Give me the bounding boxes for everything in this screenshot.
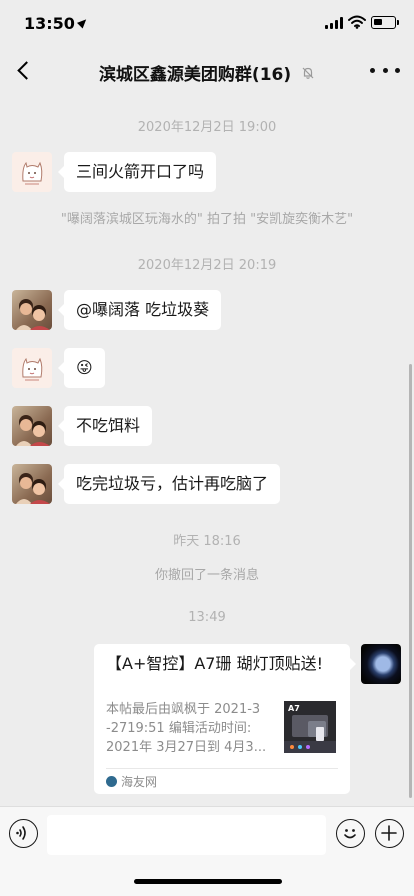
emoji-icon (344, 829, 356, 839)
voice-button[interactable] (9, 819, 38, 848)
recall-notice: 你撤回了一条消息 (154, 568, 259, 583)
timestamp: 13:49 (188, 610, 226, 625)
timestamp: 昨天 18:16 (173, 534, 241, 549)
message-input[interactable] (47, 815, 326, 855)
link-card-desc-line: 本帖最后由飒枫于 2021-3 (106, 702, 261, 717)
home-indicator[interactable] (134, 879, 282, 884)
timestamp: 2020年12月2日 19:00 (137, 120, 277, 135)
chat-title: 滨城区鑫源美团购群(16) (80, 60, 334, 85)
link-card[interactable]: 【A+智控】A7珊 瑚灯顶贴送! 本帖最后由飒枫于 2021-3 -2719:5… (94, 644, 356, 794)
kids-avatar-icon (16, 299, 50, 330)
emoji-sticker: 😜 (76, 358, 93, 377)
signal-icon (325, 17, 343, 29)
link-card-description: 本帖最后由飒枫于 2021-3 -2719:51 编辑活动时间: 2021年 3… (106, 700, 276, 757)
voice-icon (16, 826, 26, 840)
source-site-icon (106, 776, 117, 787)
link-card-thumbnail: A7 (284, 701, 336, 753)
product-image-icon (284, 715, 336, 753)
cat-avatar-icon (22, 161, 43, 185)
nav-bar: 滨城区鑫源美团购群(16) (0, 46, 414, 94)
link-card-divider (106, 768, 338, 769)
more-dot (382, 67, 388, 73)
status-time-text: 13:50 (24, 14, 75, 33)
link-card-source-name: 海友网 (121, 775, 158, 789)
message-bubble[interactable]: 吃完垃圾亏，估计再吃脑了 (57, 464, 281, 504)
message-bubble[interactable]: 不吃饵料 (57, 406, 153, 446)
message-bubble[interactable]: 三间火箭开口了吗 (57, 152, 217, 192)
status-time: 13:50 (24, 14, 89, 33)
avatar[interactable] (12, 348, 52, 388)
kids-avatar-icon (16, 415, 50, 446)
back-button[interactable] (10, 56, 38, 84)
battery-icon (371, 16, 399, 29)
message-bubble[interactable]: @嚗阔落 吃垃圾葵 (57, 290, 222, 330)
link-card-desc-line: -2719:51 编辑活动时间: (106, 721, 252, 736)
link-card-source: 海友网 (106, 773, 157, 790)
kids-avatar-icon (16, 473, 50, 504)
pat-notice: "嚗阔落滨城区玩海水的" 拍了拍 "安凯旋奕衡木艺" (60, 212, 354, 227)
input-bar (0, 806, 414, 896)
mute-bell-icon (302, 67, 314, 79)
emoji-message-bubble[interactable]: 😜 (58, 348, 105, 388)
emoji-button[interactable] (336, 819, 365, 848)
chat-history[interactable]: 2020年12月2日 19:00 三间火箭开口了吗 "嚗阔落滨城区玩海水的" 拍… (0, 94, 414, 806)
my-avatar[interactable] (361, 644, 401, 684)
avatar[interactable] (12, 290, 52, 330)
plus-button[interactable] (375, 819, 404, 848)
link-card-title: 【A+智控】A7珊 瑚灯顶贴送! (106, 654, 323, 673)
timestamp: 2020年12月2日 20:19 (137, 258, 277, 273)
chat-scrollbar[interactable] (409, 364, 412, 798)
status-bar: 13:50 (0, 0, 414, 46)
link-card-desc-line: 2021年 3月27日到 4月3... (106, 740, 267, 755)
chat-title-text: 滨城区鑫源美团购群(16) (98, 65, 292, 85)
location-arrow-icon (76, 16, 89, 29)
cat-avatar-icon (22, 357, 43, 381)
avatar[interactable] (12, 152, 52, 192)
plus-icon (381, 825, 397, 841)
wifi-icon (348, 15, 366, 29)
more-dot (370, 67, 375, 73)
avatar[interactable] (12, 464, 52, 504)
more-dot (395, 67, 400, 73)
more-button[interactable] (370, 58, 400, 82)
avatar[interactable] (12, 406, 52, 446)
